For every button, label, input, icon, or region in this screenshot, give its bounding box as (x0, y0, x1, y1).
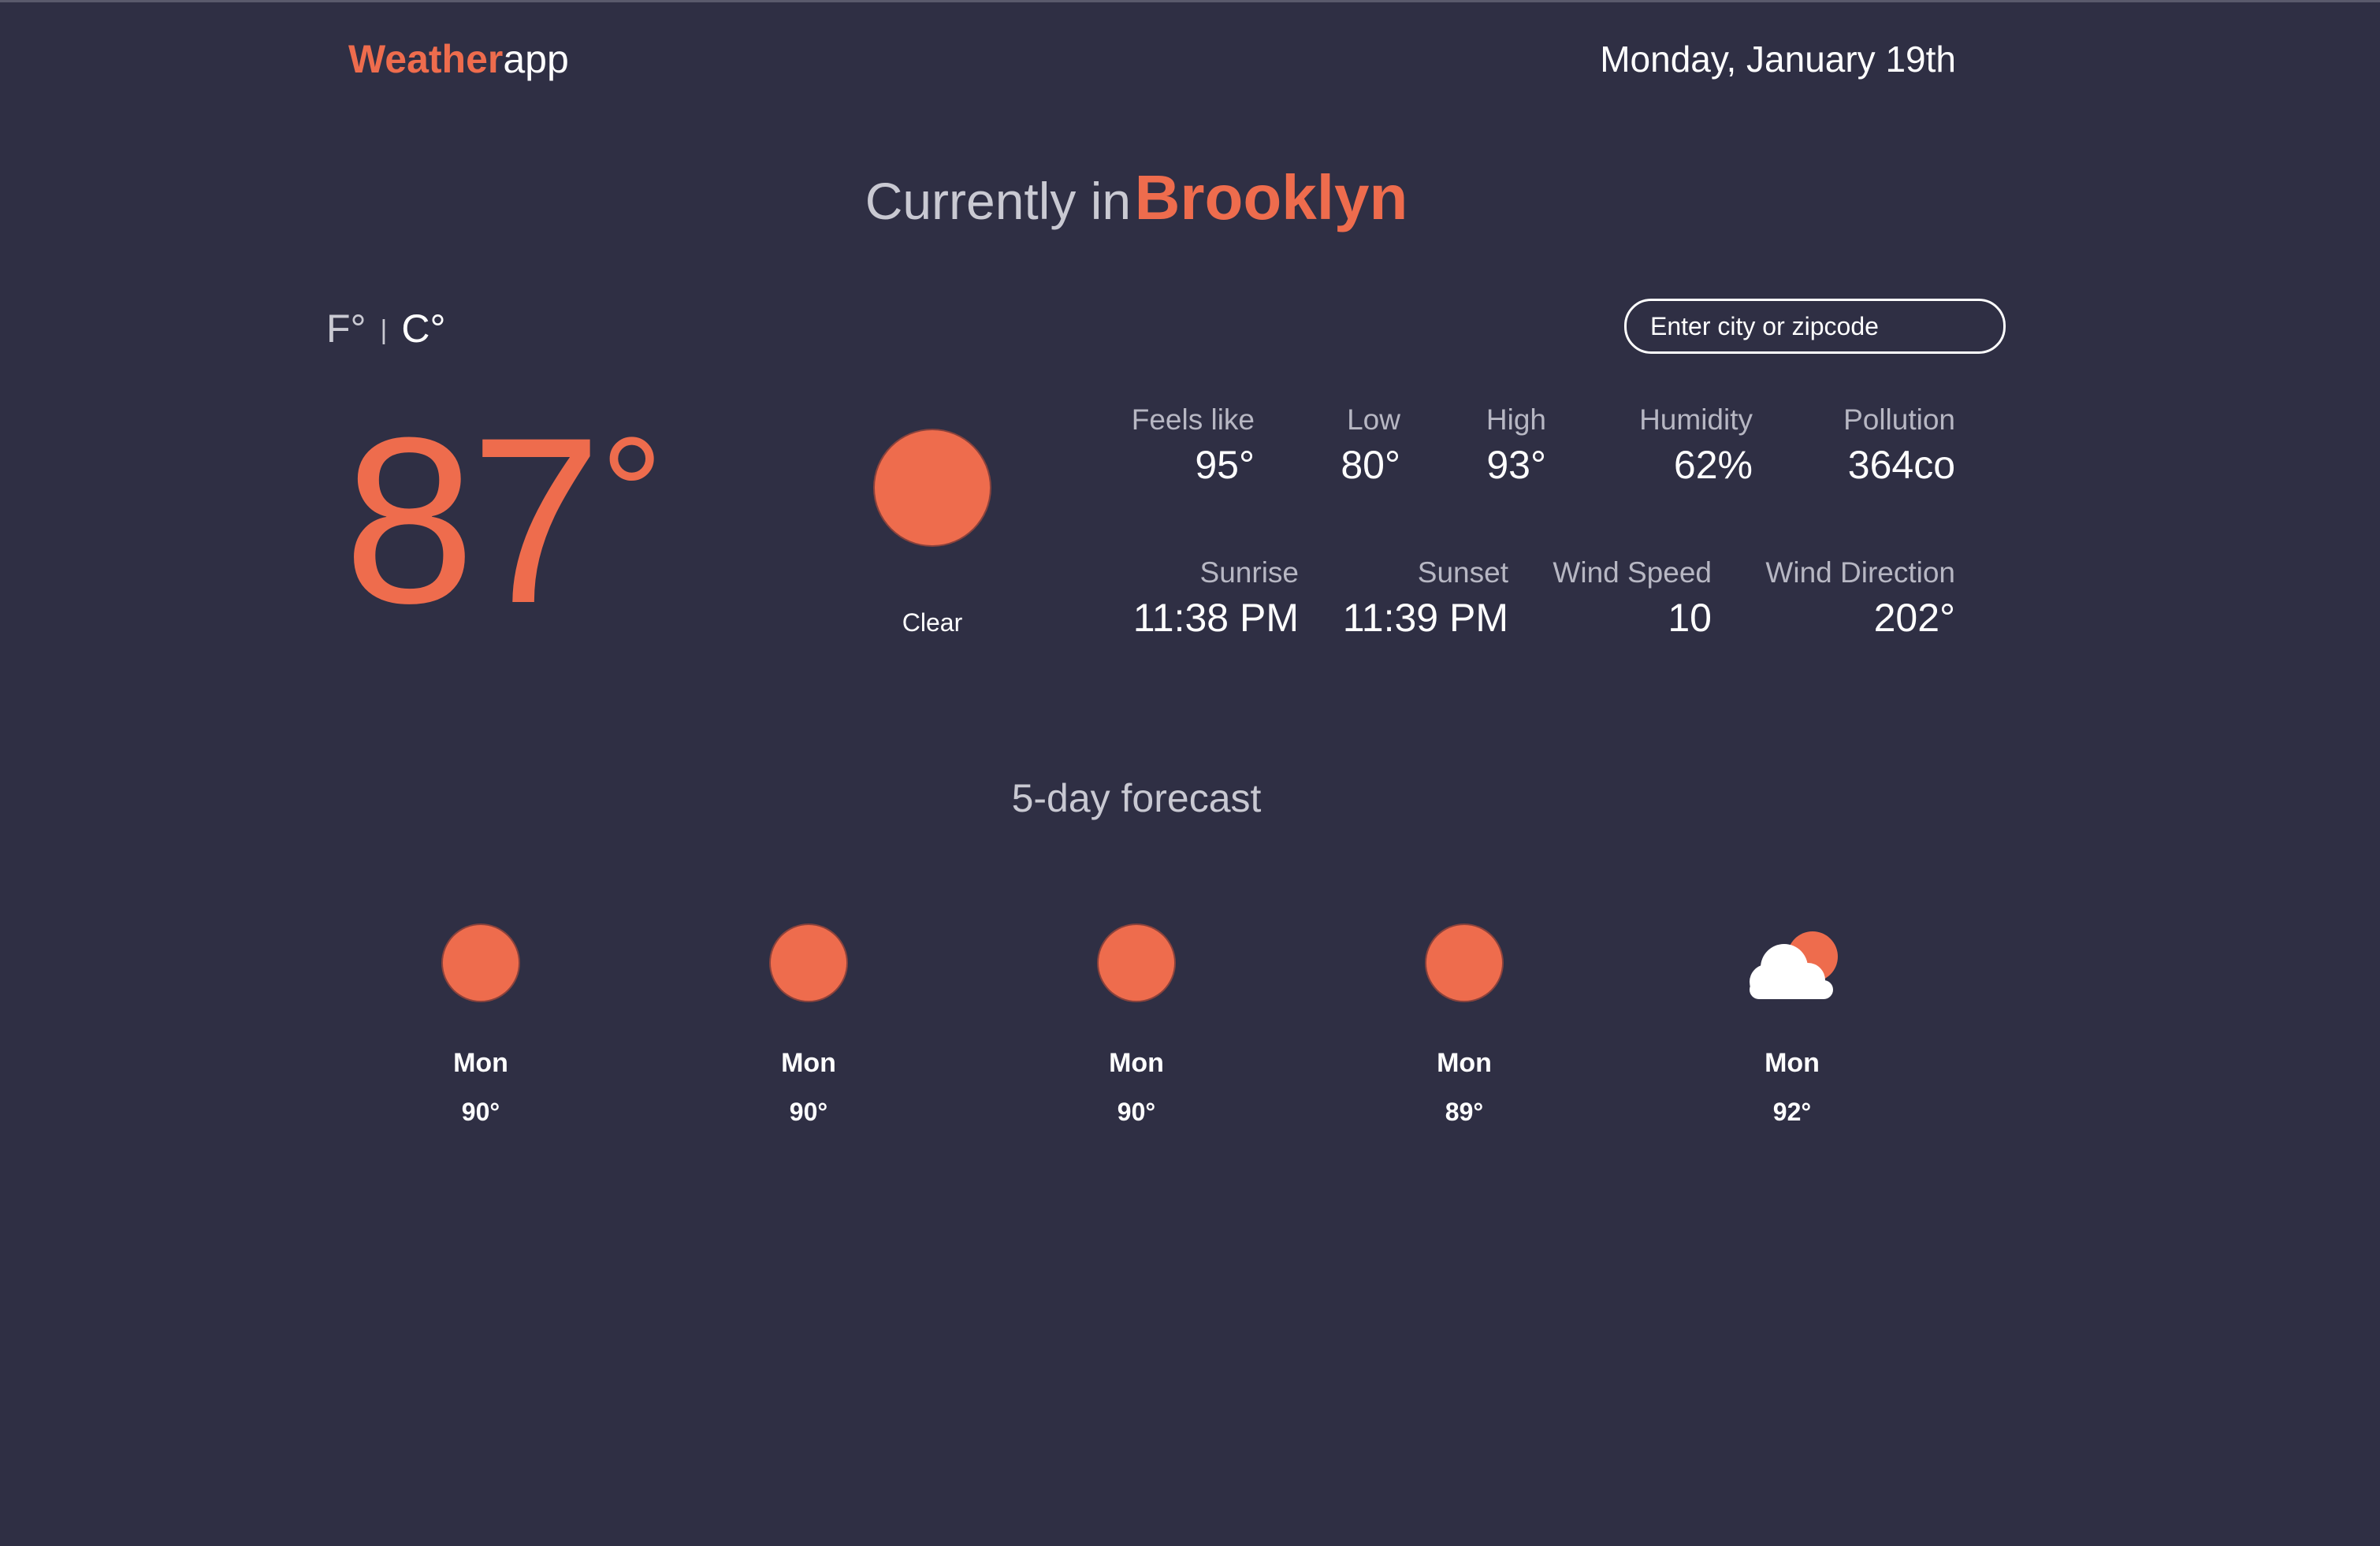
forecast-day-name: Mon (453, 1048, 508, 1078)
forecast-day: Mon 89° (1370, 925, 1559, 1130)
stat-label: High (1486, 403, 1546, 436)
forecast-day-temp: 90° (789, 1098, 828, 1126)
forecast-day-name: Mon (1765, 1048, 1820, 1078)
celsius-toggle[interactable]: C° (401, 307, 445, 351)
stat-label: Humidity (1639, 403, 1753, 436)
sun-icon (875, 430, 990, 545)
forecast-day-temp: 90° (461, 1098, 500, 1126)
stat-label: Sunset (1417, 556, 1508, 589)
stat-wind-direction: Wind Direction 202° (1765, 553, 1955, 643)
stat-value: 10 (1668, 596, 1712, 640)
logo-strong-text: Weather (348, 37, 504, 81)
stat-value: 95° (1195, 443, 1255, 487)
forecast-day-name: Mon (781, 1048, 836, 1078)
logo-light-text: app (503, 37, 569, 81)
stat-label: Wind Speed (1553, 556, 1712, 589)
headline-prefix: Currently in (865, 172, 1132, 230)
stat-label: Sunrise (1199, 556, 1299, 589)
city-search-input[interactable] (1624, 299, 2006, 354)
forecast-day: Mon 90° (386, 925, 575, 1130)
fahrenheit-toggle[interactable]: F° (326, 307, 366, 351)
sun-icon (1426, 925, 1502, 1001)
forecast-day-name: Mon (1109, 1048, 1164, 1078)
stat-label: Feels like (1131, 403, 1255, 436)
forecast-day: Mon 90° (714, 925, 903, 1130)
forecast-day-temp: 89° (1445, 1098, 1484, 1126)
condition-label: Clear (902, 608, 963, 637)
stat-sunrise: Sunrise 11:38 PM (1133, 553, 1299, 643)
stat-high: High 93° (1486, 400, 1546, 490)
stat-value: 202° (1873, 596, 1955, 640)
stat-low: Low 80° (1341, 400, 1400, 490)
forecast-day-name: Mon (1437, 1048, 1492, 1078)
stat-value: 364co (1847, 443, 1955, 487)
stat-value: 11:38 PM (1132, 596, 1299, 640)
city-name: Brooklyn (1134, 162, 1408, 232)
unit-toggle: F° | C° (326, 301, 446, 356)
stat-label: Pollution (1843, 403, 1955, 436)
current-temperature: 87° (344, 394, 664, 646)
app-logo[interactable]: Weatherapp (348, 32, 569, 87)
forecast-day: Mon 92° (1698, 925, 1887, 1130)
stat-value: 11:39 PM (1342, 596, 1508, 640)
current-date: Monday, January 19th (1600, 39, 1956, 80)
stat-label: Wind Direction (1765, 556, 1955, 589)
stat-sunset: Sunset 11:39 PM (1343, 553, 1508, 643)
current-temperature-value: 87 (344, 388, 602, 652)
forecast-day-temp: 90° (1117, 1098, 1156, 1126)
top-border (0, 0, 2380, 2)
sun-icon (771, 925, 846, 1001)
forecast-day: Mon 90° (1042, 925, 1231, 1130)
stat-label: Low (1347, 403, 1400, 436)
stat-feels-like: Feels like 95° (1132, 400, 1255, 490)
sun-icon (443, 925, 519, 1001)
unit-separator: | (380, 315, 388, 345)
degree-symbol: ° (600, 405, 664, 581)
stat-value: 80° (1341, 443, 1400, 487)
forecast-title: 5-day forecast (1011, 776, 1262, 820)
partly-cloudy-icon (1750, 931, 1838, 999)
location-headline: Currently in Brooklyn (0, 154, 2273, 241)
stat-pollution: Pollution 364co (1843, 400, 1955, 490)
sun-icon (1099, 925, 1174, 1001)
forecast-day-temp: 92° (1772, 1098, 1812, 1126)
stat-humidity: Humidity 62% (1639, 400, 1753, 490)
stat-value: 62% (1673, 443, 1753, 487)
stat-value: 93° (1486, 443, 1546, 487)
stat-wind-speed: Wind Speed 10 (1553, 553, 1712, 643)
